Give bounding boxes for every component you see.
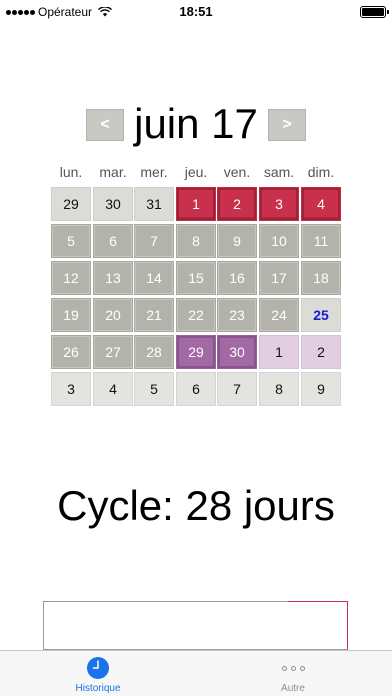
calendar-day[interactable]: 2 (217, 187, 257, 221)
calendar-day[interactable]: 15 (176, 261, 216, 295)
calendar-day[interactable]: 28 (134, 335, 174, 369)
cycle-length-text: Cycle: 28 jours (57, 482, 335, 529)
tab-bar: Historique Autre (0, 650, 392, 696)
calendar-day[interactable]: 31 (134, 187, 174, 221)
tab-historique[interactable]: Historique (48, 653, 148, 695)
calendar-day[interactable]: 17 (259, 261, 299, 295)
calendar-day[interactable]: 6 (176, 372, 216, 406)
weekday-label: mer. (140, 164, 168, 180)
calendar-day[interactable]: 18 (301, 261, 341, 295)
calendar-day[interactable]: 8 (259, 372, 299, 406)
calendar-day[interactable]: 5 (134, 372, 174, 406)
calendar-day[interactable]: 4 (93, 372, 133, 406)
tab-autre[interactable]: Autre (243, 653, 343, 695)
calendar-day[interactable]: 7 (217, 372, 257, 406)
calendar-day[interactable]: 8 (176, 224, 216, 258)
calendar-day[interactable]: 27 (93, 335, 133, 369)
calendar-day[interactable]: 11 (301, 224, 341, 258)
calendar-day[interactable]: 3 (51, 372, 91, 406)
weekday-label: sam. (263, 164, 295, 180)
tab-label: Historique (75, 683, 121, 694)
banner-area[interactable] (43, 601, 348, 650)
calendar-day[interactable]: 20 (93, 298, 133, 332)
clock-icon (87, 657, 109, 679)
weekday-label: dim. (307, 164, 335, 180)
calendar-day[interactable]: 23 (217, 298, 257, 332)
calendar-day[interactable]: 19 (51, 298, 91, 332)
calendar-day[interactable]: 21 (134, 298, 174, 332)
calendar-day[interactable]: 29 (176, 335, 216, 369)
more-dots-icon (281, 656, 305, 680)
status-bar: Opérateur 18:51 (0, 0, 392, 24)
calendar-day[interactable]: 14 (134, 261, 174, 295)
next-month-button[interactable]: > (268, 109, 306, 141)
calendar-grid: 29 30 31 1 2 3 4 5 6 7 8 9 10 11 12 13 14 15 16 17 18 19 20 21 2… (51, 187, 341, 407)
calendar-day[interactable]: 26 (51, 335, 91, 369)
calendar-day[interactable]: 10 (259, 224, 299, 258)
calendar-day[interactable]: 1 (176, 187, 216, 221)
weekday-header: lun. mar. mer. jeu. ven. sam. dim. (51, 164, 341, 182)
weekday-label: lun. (59, 164, 83, 180)
calendar-day[interactable]: 5 (51, 224, 91, 258)
weekday-label: ven. (223, 164, 251, 180)
previous-month-button[interactable]: < (86, 109, 124, 141)
tab-label: Autre (281, 683, 305, 694)
calendar-day[interactable]: 22 (176, 298, 216, 332)
calendar-day[interactable]: 12 (51, 261, 91, 295)
calendar-day[interactable]: 16 (217, 261, 257, 295)
calendar-day[interactable]: 30 (93, 187, 133, 221)
calendar-day[interactable]: 7 (134, 224, 174, 258)
calendar-day[interactable]: 2 (301, 335, 341, 369)
calendar-day[interactable]: 1 (259, 335, 299, 369)
calendar-day[interactable]: 9 (217, 224, 257, 258)
calendar-day[interactable]: 29 (51, 187, 91, 221)
calendar-day[interactable]: 24 (259, 298, 299, 332)
calendar-day[interactable]: 3 (259, 187, 299, 221)
calendar-day[interactable]: 30 (217, 335, 257, 369)
calendar-day[interactable]: 9 (301, 372, 341, 406)
month-navigation: < juin 17 > (0, 102, 392, 146)
calendar-day-today[interactable]: 25 (301, 298, 341, 332)
month-title: juin 17 (134, 100, 258, 147)
calendar-day[interactable]: 13 (93, 261, 133, 295)
calendar-day[interactable]: 6 (93, 224, 133, 258)
weekday-label: mar. (99, 164, 127, 180)
calendar-day[interactable]: 4 (301, 187, 341, 221)
weekday-label: jeu. (184, 164, 208, 180)
battery-icon (360, 6, 389, 18)
status-time: 18:51 (179, 4, 213, 19)
